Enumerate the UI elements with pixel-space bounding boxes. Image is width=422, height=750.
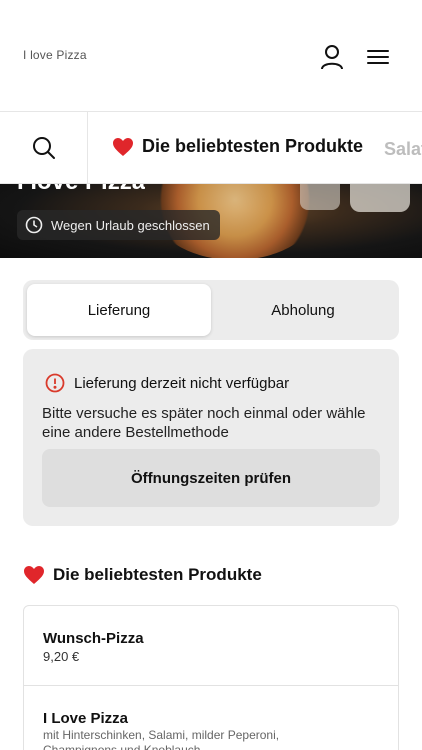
search-icon <box>32 137 55 159</box>
account-button[interactable] <box>318 43 346 71</box>
notice-header: Lieferung derzeit nicht verfügbar <box>45 373 289 393</box>
order-mode-toggle: Lieferung Abholung <box>23 280 399 340</box>
heart-icon <box>24 566 44 584</box>
category-tab-salat[interactable]: Salat <box>384 139 422 160</box>
notice-title: Lieferung derzeit nicht verfügbar <box>74 374 290 392</box>
section-title: Die beliebtesten Produkte <box>23 565 262 585</box>
heart-icon <box>113 137 133 156</box>
product-card[interactable]: Wunsch-Pizza 9,20 € <box>24 606 398 686</box>
category-bar: Die beliebtesten Produkte Salat <box>0 112 422 184</box>
product-card[interactable]: I Love Pizza mit Hinterschinken, Salami,… <box>24 686 398 750</box>
delivery-option[interactable]: Lieferung <box>27 284 211 336</box>
status-badge: Wegen Urlaub geschlossen <box>17 210 220 240</box>
menu-icon <box>367 50 389 64</box>
product-list: Wunsch-Pizza 9,20 € I Love Pizza mit Hin… <box>23 605 399 750</box>
section-title-text: Die beliebtesten Produkte <box>53 565 262 584</box>
app-root: I love Pizza I love Pizza Wegen Url <box>0 0 422 750</box>
top-header: I love Pizza <box>0 0 422 112</box>
notice-message: Bitte versuche es später noch einmal ode… <box>42 405 366 441</box>
category-tab-label: Die beliebtesten Produkte <box>142 136 364 156</box>
product-description: mit Hinterschinken, Salami, milder Peper… <box>43 728 280 750</box>
product-name: Wunsch-Pizza <box>43 630 144 647</box>
brand-name[interactable]: I love Pizza <box>23 48 87 62</box>
pickup-option[interactable]: Abholung <box>211 284 395 336</box>
check-opening-hours-button[interactable]: Öffnungszeiten prüfen <box>42 449 380 507</box>
alert-circle-icon <box>45 373 65 393</box>
product-name: I Love Pizza <box>43 710 129 727</box>
menu-button[interactable] <box>364 43 392 71</box>
status-text: Wegen Urlaub geschlossen <box>51 217 210 233</box>
category-tab-popular[interactable]: Die beliebtesten Produkte <box>112 136 363 157</box>
product-price: 9,20 € <box>43 649 80 664</box>
user-icon <box>321 45 343 70</box>
search-button[interactable] <box>0 112 88 183</box>
clock-icon <box>25 216 43 234</box>
delivery-unavailable-notice: Lieferung derzeit nicht verfügbar Bitte … <box>23 349 399 526</box>
